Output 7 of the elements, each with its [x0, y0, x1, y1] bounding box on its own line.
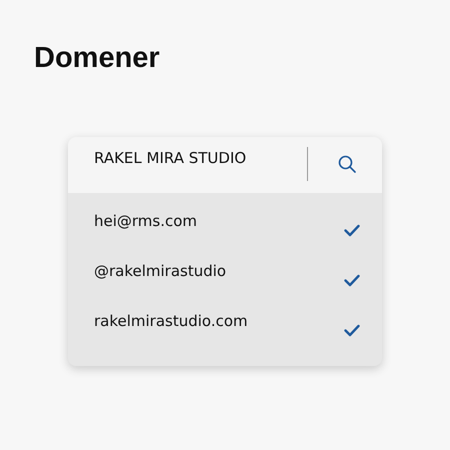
account-name: RAKEL MIRA STUDIO	[94, 149, 248, 167]
domain-item[interactable]: hei@rms.com	[94, 212, 344, 230]
domain-item[interactable]: @rakelmirastudio	[94, 262, 344, 280]
search-icon	[337, 154, 357, 174]
search-button[interactable]	[336, 153, 358, 175]
domain-item[interactable]: rakelmirastudio.com	[94, 312, 344, 330]
page-title: Domener	[33, 41, 161, 76]
